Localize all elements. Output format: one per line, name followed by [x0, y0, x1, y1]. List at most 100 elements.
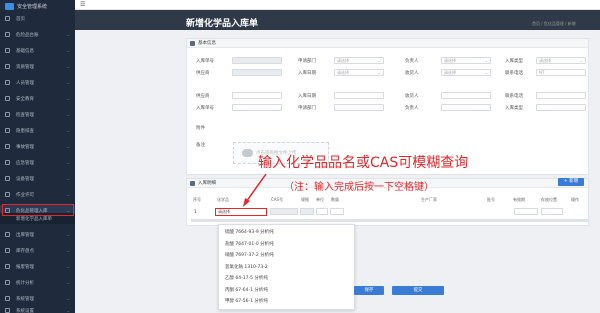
text-input[interactable]: [232, 92, 282, 99]
select-input[interactable]: 请选择 ⌄: [441, 57, 491, 64]
text-input[interactable]: [441, 92, 491, 99]
select-input[interactable]: 请选择 ⌄: [536, 57, 586, 64]
sidebar-item[interactable]: 库存盘点 ⌄: [0, 245, 75, 256]
batch-cell[interactable]: [514, 208, 538, 215]
sidebar-item[interactable]: 系统设置 ⌄: [0, 305, 75, 313]
sidebar-item-label: 出库管理: [16, 232, 34, 238]
app-logo: 安全管理系统: [0, 0, 75, 13]
menu-icon: [5, 296, 10, 301]
dropdown-option[interactable]: 甲醇 67-56-1 分析纯: [225, 298, 268, 304]
sidebar-item[interactable]: 资质管理 ⌄: [0, 61, 75, 72]
sidebar-item-label: 检查管理: [16, 112, 34, 118]
chevron-down-icon: ⌄: [66, 112, 70, 117]
sidebar-item[interactable]: 出库管理 ⌄: [0, 229, 75, 240]
chevron-down-icon: ⌄: [66, 160, 70, 165]
basic-info-header: 基本信息: [187, 39, 588, 48]
sidebar-item[interactable]: 基础信息 ⌄: [0, 45, 75, 56]
menu-icon: [5, 80, 10, 85]
chevron-down-icon: ⌄: [66, 308, 70, 313]
chevron-down-icon: ⌄: [66, 64, 70, 69]
text-input[interactable]: [441, 104, 491, 111]
chevron-down-icon: ⌄: [66, 176, 70, 181]
chevron-down-icon: ⌄: [66, 248, 70, 253]
column-header: 批号: [487, 197, 495, 202]
row-index: 1: [194, 209, 197, 214]
column-header: 化学品: [217, 197, 229, 202]
app-window: 安全管理系统 首页 危险品台账 ⌄ 基础信息 ⌄ 资质管理 ⌄ 人员管理 ⌄ 安全教育 ⌄ 检查管理 ⌄…: [0, 0, 600, 313]
dropdown-option[interactable]: 盐酸 7647-01-0 分析纯: [225, 241, 274, 247]
sidebar-item[interactable]: 报废管理 ⌄: [0, 261, 75, 272]
chevron-down-icon: ⌄: [377, 70, 381, 75]
menu-icon: [5, 16, 10, 21]
sidebar-item[interactable]: 危险品台账 ⌄: [0, 29, 75, 40]
sidebar-item[interactable]: 首页: [0, 13, 75, 24]
text-input[interactable]: [536, 92, 586, 99]
select-input[interactable]: 请选择 ⌄: [441, 69, 491, 76]
dropdown-option[interactable]: 乙醇 64-17-5 分析纯: [225, 275, 268, 281]
column-header: 有效期: [513, 197, 525, 202]
breadcrumb[interactable]: 首页 / 危化品管理 / 新增: [532, 21, 576, 27]
active-menu-highlight-box: [2, 204, 74, 216]
sidebar-item[interactable]: 统计分析 ⌄: [0, 277, 75, 288]
form-label: 联系电话: [505, 71, 523, 76]
column-header: 单位: [316, 197, 324, 202]
text-input[interactable]: [536, 104, 586, 111]
form-label: 备注: [196, 143, 205, 148]
column-header: 规格: [301, 197, 309, 202]
sidebar-item-label: 系统管理: [16, 296, 34, 302]
dropdown-option[interactable]: 丙酮 67-64-1 分析纯: [225, 287, 268, 293]
menu-icon: [5, 280, 10, 285]
submit-button[interactable]: 提交: [392, 286, 444, 295]
chevron-down-icon: ⌄: [484, 70, 488, 75]
text-input[interactable]: [334, 92, 384, 99]
info-icon: [190, 41, 195, 46]
sidebar-item[interactable]: 事故管理 ⌄: [0, 141, 75, 152]
chevron-down-icon: ⌄: [66, 296, 70, 301]
form-label: 入库单号: [196, 106, 214, 111]
chevron-down-icon: ⌄: [66, 96, 70, 101]
sidebar-item[interactable]: 安全教育 ⌄: [0, 93, 75, 104]
select-input[interactable]: 请选择 ⌄: [334, 57, 384, 64]
qty-cell[interactable]: [330, 208, 344, 215]
page-header: [75, 10, 600, 30]
save-button[interactable]: 保存: [354, 286, 384, 295]
sidebar-item[interactable]: 设备管理 ⌄: [0, 173, 75, 184]
form-label: 供应商: [196, 94, 210, 99]
dropdown-option[interactable]: 硫酸 7664-93-9 分析纯: [225, 229, 274, 235]
sidebar-item[interactable]: 系统管理 ⌄: [0, 293, 75, 304]
menu-icon: [5, 308, 10, 313]
menu-toggle-icon[interactable]: ☰: [80, 2, 85, 8]
location-cell[interactable]: [541, 208, 563, 215]
chevron-down-icon: ⌄: [66, 80, 70, 85]
text-input[interactable]: NT: [536, 69, 586, 76]
sidebar-item-label: 系统设置: [16, 308, 34, 313]
form-label: 收货人: [405, 71, 419, 76]
sidebar-item-label: 应急管理: [16, 160, 34, 166]
select-input[interactable]: 请选择 ⌄: [334, 69, 384, 76]
table-scrollbar[interactable]: [191, 219, 588, 222]
form-label: 负责人: [405, 59, 419, 64]
sidebar-item-label: 新增化学品入库单: [16, 216, 52, 222]
add-row-button[interactable]: + 新增: [558, 178, 584, 186]
top-toolbar: ☰: [75, 0, 600, 10]
text-input[interactable]: [232, 104, 282, 111]
text-input[interactable]: [232, 69, 282, 76]
sidebar-item[interactable]: 检查管理 ⌄: [0, 109, 75, 120]
sidebar-item-label: 隐患排查: [16, 128, 34, 134]
text-input[interactable]: [334, 104, 384, 111]
text-input[interactable]: [232, 57, 282, 64]
unit-cell[interactable]: [316, 208, 328, 215]
column-header: 生产厂家: [421, 197, 437, 202]
sidebar-item-label: 危险品台账: [16, 32, 39, 38]
menu-icon: [5, 176, 10, 181]
sidebar-item-label: 报废管理: [16, 264, 34, 270]
list-icon: [190, 181, 195, 186]
sidebar-item[interactable]: 应急管理 ⌄: [0, 157, 75, 168]
detail-title: 入库明细: [198, 181, 216, 186]
dropdown-option[interactable]: 氢氧化钠 1310-73-2: [225, 264, 268, 270]
sidebar-item[interactable]: 隐患排查 ⌄: [0, 125, 75, 136]
dropdown-option[interactable]: 硝酸 7697-37-2 分析纯: [225, 252, 274, 258]
form-label: 附件: [196, 126, 205, 131]
sidebar-item[interactable]: 人员管理 ⌄: [0, 77, 75, 88]
sidebar-item[interactable]: 作业许可 ⌄: [0, 189, 75, 200]
